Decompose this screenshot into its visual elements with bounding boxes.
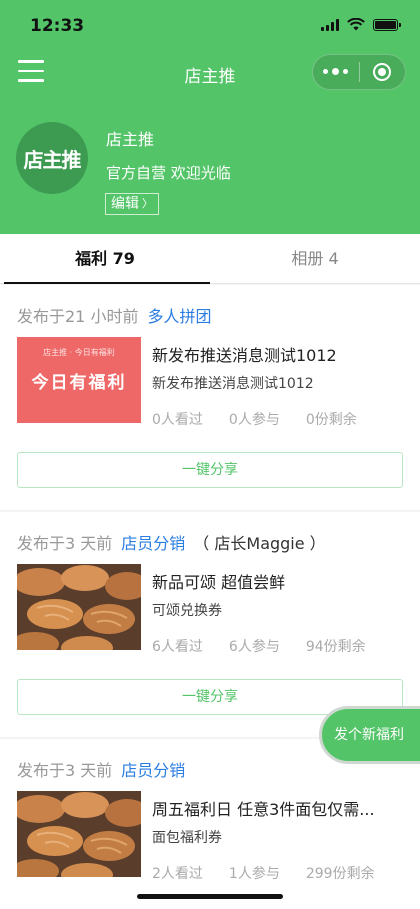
edit-label: 编辑 <box>111 196 139 212</box>
wifi-icon <box>347 18 365 31</box>
new-benefit-button[interactable]: 发个新福利 <box>319 706 420 764</box>
thumbnail-text: 今日有福利 <box>31 372 127 393</box>
remaining-count: 299份剩余 <box>305 866 375 882</box>
benefit-card[interactable]: 发布于3 天前 店员分销 周五福利日 任意3件面包仅需... 面包福利券 2人看过… <box>0 739 420 909</box>
card-tag: 多人拼团 <box>147 307 212 326</box>
bread-image <box>17 791 141 877</box>
battery-icon <box>373 18 401 31</box>
joined-count: 0人参与 <box>228 412 280 428</box>
remaining-count: 0份剩余 <box>305 412 357 428</box>
shop-avatar: 店主推 <box>16 122 88 194</box>
status-icons <box>321 18 401 31</box>
mini-program-capsule <box>312 54 406 90</box>
share-button[interactable]: 一键分享 <box>17 452 403 488</box>
home-indicator <box>137 894 283 899</box>
shop-description: 官方自营 欢迎光临 <box>106 164 231 182</box>
benefit-card[interactable]: 发布于3 天前 店员分销（ 店长Maggie ） 新品可颂 超值尝鲜 可颂兑换券 … <box>0 512 420 737</box>
status-bar: 12:33 <box>0 0 420 48</box>
card-stats: 6人看过 6人参与 94份剩余 <box>152 636 392 656</box>
card-tag: 店员分销 <box>121 534 186 553</box>
joined-count: 6人参与 <box>228 639 280 655</box>
card-title: 周五福利日 任意3件面包仅需... <box>152 800 375 819</box>
card-meta: 发布于3 天前 店员分销 <box>17 757 185 781</box>
close-miniprogram-icon[interactable] <box>359 63 405 81</box>
card-meta: 发布于21 小时前 多人拼团 <box>17 303 211 327</box>
card-title: 新发布推送消息测试1012 <box>152 346 337 365</box>
posted-time: 发布于3 天前 <box>17 534 113 553</box>
card-stats: 0人看过 0人参与 0份剩余 <box>152 409 383 429</box>
posted-time: 发布于3 天前 <box>17 761 113 780</box>
card-subtitle: 可颂兑换券 <box>152 603 222 619</box>
remaining-count: 94份剩余 <box>305 639 366 655</box>
joined-count: 1人参与 <box>228 866 280 882</box>
bread-image <box>17 564 141 650</box>
views-count: 0人看过 <box>152 412 203 428</box>
croissant-photo <box>17 564 141 650</box>
benefit-card[interactable]: 发布于21 小时前 多人拼团 店主推 · 今日有福利 今日有福利 新发布推送消息测… <box>0 285 420 510</box>
card-title: 新品可颂 超值尝鲜 <box>152 573 286 592</box>
card-subtitle: 面包福利券 <box>152 830 222 846</box>
card-stats: 2人看过 1人参与 299份剩余 <box>152 863 401 883</box>
posted-time: 发布于21 小时前 <box>17 307 139 326</box>
status-time: 12:33 <box>30 16 85 36</box>
tab-album[interactable]: 相册 4 <box>210 234 420 283</box>
card-meta: 发布于3 天前 店员分销 （ 店长Maggie ） <box>17 530 326 554</box>
card-tag: 店员分销 <box>121 761 186 780</box>
card-thumbnail: 店主推 · 今日有福利 今日有福利 <box>17 337 141 423</box>
card-subtitle: 新发布推送消息测试1012 <box>152 376 314 392</box>
more-icon[interactable] <box>313 68 359 75</box>
thumbnail-subtext: 店主推 · 今日有福利 <box>43 348 115 357</box>
card-owner: （ 店长Maggie ） <box>193 534 326 553</box>
tab-benefits[interactable]: 福利 79 <box>0 234 210 284</box>
chevron-right-icon: 〉 <box>142 197 153 210</box>
views-count: 2人看过 <box>152 866 203 882</box>
views-count: 6人看过 <box>152 639 203 655</box>
croissant-photo <box>17 791 141 877</box>
edit-profile-button[interactable]: 编辑 〉 <box>105 193 159 215</box>
signal-icon <box>321 18 339 31</box>
nav-bar: 店主推 <box>0 48 420 96</box>
shop-name: 店主推 <box>106 130 155 149</box>
content-tabs: 福利 79 相册 4 <box>0 234 420 284</box>
shop-header: 12:33 店主推 店主推 店主推 官方自营 欢迎光临 编辑 〉 <box>0 0 420 234</box>
